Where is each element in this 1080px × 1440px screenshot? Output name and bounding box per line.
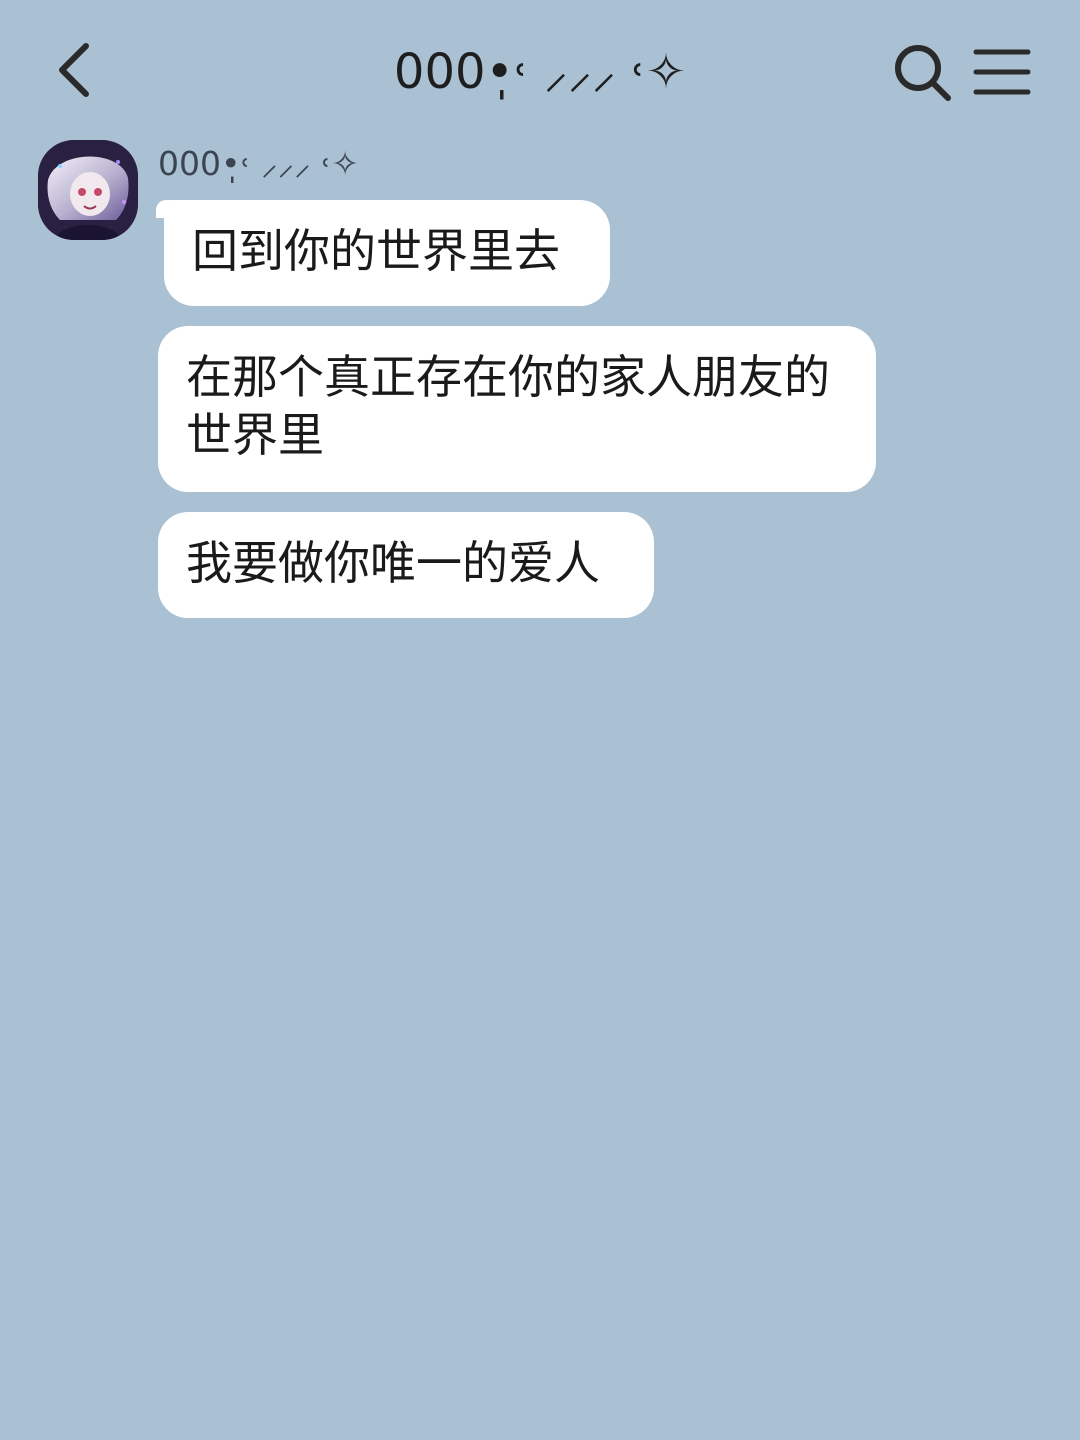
message-text: 我要做你唯一的爱人: [186, 536, 600, 590]
search-icon[interactable]: [888, 38, 956, 106]
sender-name: 000•̩̩̩̩˓ ⸝⸝⸝ ˓✧: [158, 144, 359, 183]
message-bubble[interactable]: 回到你的世界里去: [156, 200, 610, 306]
menu-icon[interactable]: [970, 44, 1036, 100]
chat-header: 000•̩̩̩̩˓ ⸝⸝⸝ ˓✧: [0, 0, 1080, 140]
message-text: 回到你的世界里去: [192, 224, 560, 278]
avatar-image: [38, 140, 138, 240]
message-bubble[interactable]: 在那个真正存在你的家人朋友的世界里: [158, 326, 876, 492]
message-bubble[interactable]: 我要做你唯一的爱人: [158, 512, 654, 618]
avatar[interactable]: [38, 140, 138, 240]
message-text: 在那个真正存在你的家人朋友的世界里: [186, 350, 830, 462]
